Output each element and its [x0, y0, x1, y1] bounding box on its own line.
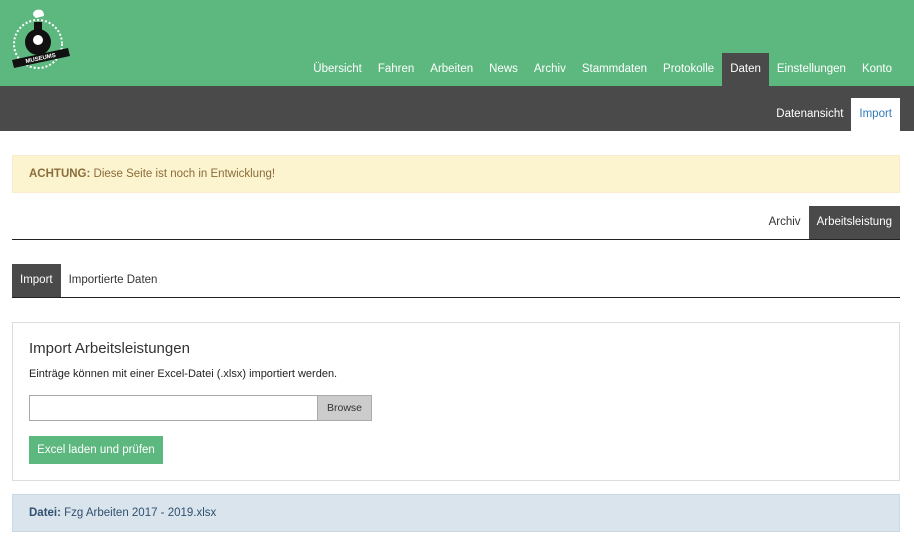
nav-archiv[interactable]: Archiv: [526, 53, 574, 86]
tab-archiv[interactable]: Archiv: [761, 206, 809, 239]
nav-konto[interactable]: Konto: [854, 53, 900, 86]
import-tabs: Import Importierte Daten: [12, 264, 900, 298]
nav-stammdaten[interactable]: Stammdaten: [574, 53, 655, 86]
subnav-datenansicht[interactable]: Datenansicht: [768, 98, 851, 131]
tab-arbeitsleistung[interactable]: Arbeitsleistung: [808, 206, 900, 239]
panel-title: Import Arbeitsleistungen: [29, 340, 190, 357]
nav-fahren[interactable]: Fahren: [370, 53, 422, 86]
nav-arbeiten[interactable]: Arbeiten: [422, 53, 481, 86]
nav-einstellungen[interactable]: Einstellungen: [769, 53, 854, 86]
alert-text: Diese Seite ist noch in Entwicklung!: [90, 168, 276, 180]
museum-logo[interactable]: MUSEUMS: [8, 4, 74, 74]
nav-news[interactable]: News: [481, 53, 526, 86]
sub-header: Datenansicht Import: [0, 86, 914, 131]
main-nav: Übersicht Fahren Arbeiten News Archiv St…: [305, 53, 900, 86]
file-input[interactable]: [30, 396, 317, 420]
nav-daten[interactable]: Daten: [722, 53, 769, 86]
sub-nav: Datenansicht Import: [768, 98, 900, 131]
browse-button[interactable]: Browse: [317, 396, 371, 420]
warning-alert: ACHTUNG: Diese Seite ist noch in Entwick…: [12, 155, 900, 193]
tab-import[interactable]: Import: [12, 264, 61, 297]
file-picker: Browse: [29, 395, 372, 421]
file-info: Datei: Fzg Arbeiten 2017 - 2019.xlsx: [12, 494, 900, 532]
load-excel-button[interactable]: Excel laden und prüfen: [29, 436, 163, 464]
panel-description: Einträge können mit einer Excel-Datei (.…: [29, 368, 338, 380]
subnav-import[interactable]: Import: [851, 98, 900, 131]
nav-protokolle[interactable]: Protokolle: [655, 53, 722, 86]
header: MUSEUMS Übersicht Fahren Arbeiten News A…: [0, 0, 914, 86]
alert-strong: ACHTUNG:: [29, 168, 91, 180]
tab-importierte-daten[interactable]: Importierte Daten: [61, 264, 166, 297]
file-label: Datei:: [29, 507, 61, 519]
nav-uebersicht[interactable]: Übersicht: [305, 53, 370, 86]
section-tabs: Archiv Arbeitsleistung: [12, 206, 900, 240]
file-name: Fzg Arbeiten 2017 - 2019.xlsx: [60, 507, 217, 519]
import-panel: Import Arbeitsleistungen Einträge können…: [12, 322, 900, 481]
